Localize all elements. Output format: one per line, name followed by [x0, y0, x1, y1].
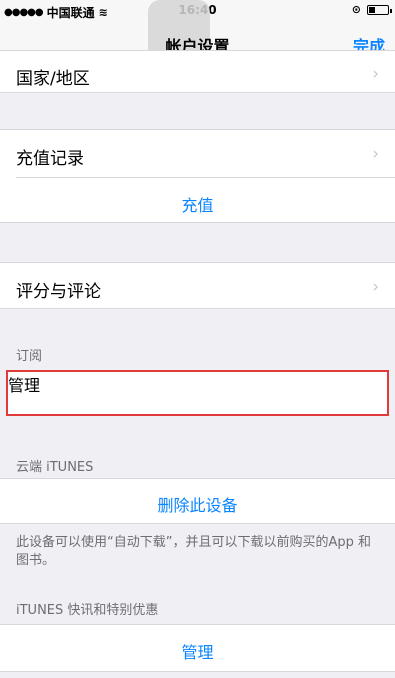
country-region-label: 国家/地区 [16, 69, 90, 89]
newsletters-header: iTUNES 快讯和特别优惠 [16, 603, 159, 618]
subscriptions-manage-row[interactable]: 管理 [6, 370, 389, 416]
itunes-cloud-footnote: 此设备可以使用“自动下载”，并且可以下载以前购买的App 和图书。 [16, 535, 371, 568]
account-settings-screen: ●●●●● 中国联通 ≋ 16:40 ⊙ 帐户设置 完成 国家/地区 › 充值记… [0, 0, 395, 678]
rotation-lock-icon: ⊙ [351, 3, 361, 16]
row-divider [16, 177, 395, 178]
itunes-cloud-header: 云端 iTUNES [16, 460, 94, 475]
navbar-overlay [0, 22, 395, 64]
top-up-button[interactable]: 充值 [0, 192, 395, 216]
chevron-right-icon: › [372, 64, 379, 84]
subscriptions-header: 订阅 [16, 349, 43, 364]
status-right: ⊙ [351, 3, 392, 16]
chevron-right-icon: › [372, 277, 379, 297]
newsletters-manage-row[interactable]: 管理 [0, 624, 395, 672]
battery-icon [367, 4, 392, 15]
newsletters-manage-button[interactable]: 管理 [0, 639, 395, 663]
remove-device-button[interactable]: 删除此设备 [0, 492, 395, 516]
purchase-group: 充值记录 › 充值 [0, 129, 395, 223]
ratings-reviews-label: 评分与评论 [16, 282, 101, 302]
chevron-right-icon: › [372, 144, 379, 164]
ratings-reviews-row[interactable]: 评分与评论 › [0, 262, 395, 309]
purchase-history-row[interactable]: 充值记录 › [0, 130, 395, 177]
subscriptions-manage-button[interactable]: 管理 [8, 372, 387, 396]
purchase-history-label: 充值记录 [16, 149, 84, 169]
remove-device-row[interactable]: 删除此设备 [0, 478, 395, 524]
